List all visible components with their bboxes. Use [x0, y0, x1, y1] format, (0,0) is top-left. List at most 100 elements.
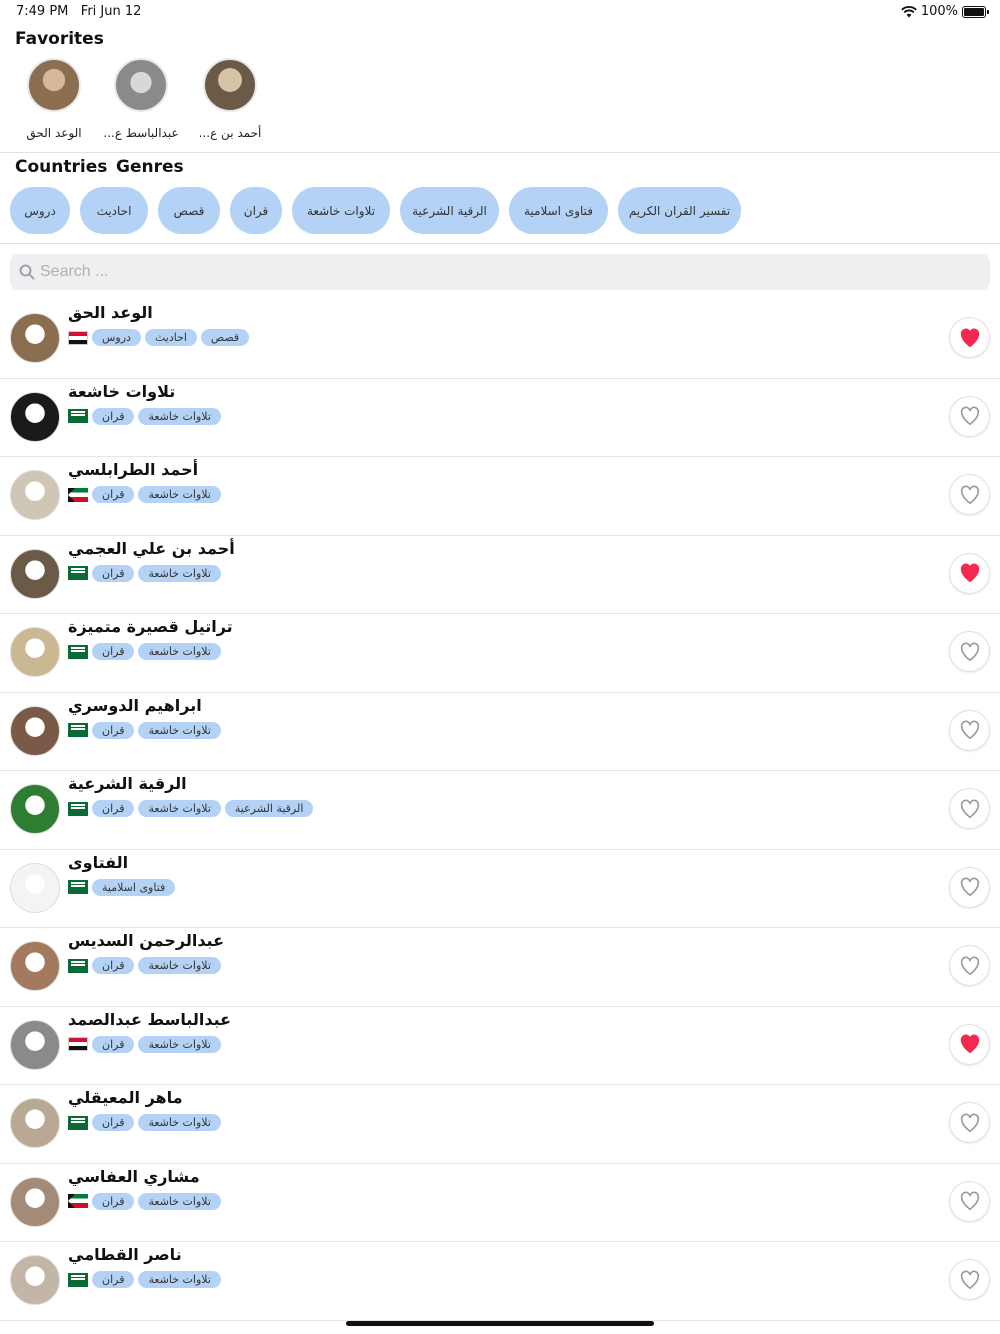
- reciter-name: ابراهيم الدوسري: [68, 695, 202, 715]
- favorite-item[interactable]: أحمد بن ع...: [185, 58, 275, 140]
- list-item[interactable]: أحمد الطرابلسي قران تلاوات خاشعة: [0, 457, 1000, 536]
- tag-row: قران تلاوات خاشعة: [68, 643, 221, 660]
- avatar: [10, 1019, 60, 1070]
- country-flag-icon: [68, 1194, 88, 1208]
- home-indicator: [346, 1321, 654, 1326]
- list-item[interactable]: الفتاوى فتاوى اسلامية: [0, 850, 1000, 928]
- genre-tag: قران: [92, 1192, 135, 1210]
- favorite-name: عبدالباسط ع...: [103, 126, 179, 140]
- status-date: Fri Jun 12: [80, 4, 142, 19]
- list-item[interactable]: أحمد بن علي العجمي قران تلاوات خاشعة: [0, 536, 1000, 614]
- genre-chip[interactable]: قران: [230, 187, 282, 234]
- heart-icon: [960, 406, 979, 426]
- favorite-button[interactable]: [949, 945, 990, 986]
- genre-tag: تلاوات خاشعة: [138, 486, 221, 503]
- tag-row: قران تلاوات خاشعة: [68, 407, 221, 425]
- favorite-button[interactable]: [949, 1180, 990, 1222]
- genre-tag: قران: [92, 1271, 135, 1288]
- search-input[interactable]: [40, 258, 940, 286]
- country-flag-icon: [68, 1272, 88, 1287]
- genre-chip[interactable]: دروس: [10, 187, 70, 234]
- tab-countries[interactable]: Countries: [15, 157, 107, 177]
- country-flag-icon: [68, 644, 88, 659]
- genre-tag: قصص: [200, 329, 250, 346]
- favorite-button[interactable]: [949, 631, 990, 672]
- genre-tag: قران: [92, 486, 135, 503]
- list-item[interactable]: مشاري العفاسي قران تلاوات خاشعة: [0, 1164, 1000, 1242]
- genre-tag: تلاوات خاشعة: [138, 957, 221, 974]
- battery-percent: 100%: [920, 4, 958, 19]
- genre-tag: قران: [92, 957, 135, 974]
- favorite-button[interactable]: [949, 474, 990, 515]
- status-bar: 7:49 PM Fri Jun 12 100%: [0, 0, 1000, 24]
- genre-chip[interactable]: تلاوات خاشعة: [292, 187, 390, 234]
- genre-chip[interactable]: قصص: [158, 187, 220, 234]
- heart-icon: [960, 956, 979, 975]
- genre-tag: تلاوات خاشعة: [138, 1035, 221, 1053]
- heart-icon: [960, 1113, 979, 1132]
- country-flag-icon: [68, 801, 88, 816]
- genre-chip[interactable]: احاديث: [80, 187, 148, 234]
- country-flag-icon: [68, 880, 88, 894]
- list-item[interactable]: تراتيل قصيرة متميزة قران تلاوات خاشعة: [0, 614, 1000, 693]
- list-item[interactable]: الوعد الحق دروس احاديث قصص: [0, 300, 1000, 379]
- genre-tag: قران: [92, 1114, 135, 1131]
- heart-icon: [960, 720, 979, 740]
- reciter-name: الرقية الشرعية: [68, 774, 187, 793]
- favorite-name: أحمد بن ع...: [198, 126, 262, 140]
- divider: [0, 243, 1000, 244]
- genre-tag: قران: [92, 721, 135, 739]
- reciter-name: الوعد الحق: [68, 303, 153, 322]
- list-item[interactable]: ناصر القطامي قران تلاوات خاشعة: [0, 1242, 1000, 1321]
- tag-row: قران تلاوات خاشعة الرقية الشرعية: [68, 800, 314, 817]
- status-time-date: 7:49 PM Fri Jun 12: [16, 4, 141, 19]
- heart-icon: [960, 1034, 979, 1054]
- tab-genres[interactable]: Genres: [116, 157, 184, 177]
- favorite-button[interactable]: [949, 317, 990, 358]
- reciter-name: ناصر القطامي: [68, 1245, 182, 1264]
- favorite-item[interactable]: عبدالباسط ع...: [96, 58, 186, 140]
- favorite-button[interactable]: [949, 709, 990, 751]
- avatar: [27, 58, 81, 112]
- favorite-item[interactable]: الوعد الحق: [9, 58, 99, 140]
- favorite-button[interactable]: [949, 395, 990, 437]
- status-indicators: 100%: [900, 4, 989, 19]
- tag-row: قران تلاوات خاشعة: [68, 1192, 221, 1210]
- list-item[interactable]: تلاوات خاشعة قران تلاوات خاشعة: [0, 379, 1000, 457]
- avatar: [10, 548, 60, 599]
- tag-row: قران تلاوات خاشعة: [68, 486, 221, 503]
- genre-tag: تلاوات خاشعة: [138, 564, 221, 582]
- list-item[interactable]: ماهر المعيقلي قران تلاوات خاشعة: [0, 1085, 1000, 1164]
- genre-tag: قران: [92, 407, 135, 425]
- favorite-button[interactable]: [949, 1102, 990, 1143]
- avatar: [10, 313, 60, 363]
- search-bar[interactable]: [10, 254, 990, 290]
- list-item[interactable]: الرقية الشرعية قران تلاوات خاشعة الرقية الش…: [0, 771, 1000, 850]
- genre-tag: تلاوات خاشعة: [138, 1114, 221, 1131]
- genre-chip[interactable]: تفسير القران الكريم: [618, 187, 741, 234]
- genre-tag: الرقية الشرعية: [224, 800, 314, 817]
- genre-tag: تلاوات خاشعة: [138, 643, 221, 660]
- country-flag-icon: [68, 487, 88, 502]
- favorite-button[interactable]: [949, 552, 990, 594]
- genre-chip[interactable]: فتاوى اسلامية: [509, 187, 608, 234]
- list-item[interactable]: عبدالرحمن السديس قران تلاوات خاشعة: [0, 928, 1000, 1007]
- avatar: [10, 1098, 60, 1148]
- tag-row: فتاوى اسلامية: [68, 878, 176, 896]
- avatar: [114, 58, 168, 112]
- tag-row: دروس احاديث قصص: [68, 329, 250, 346]
- genre-chip[interactable]: الرقية الشرعية: [400, 187, 499, 234]
- heart-icon: [960, 328, 979, 347]
- reciter-name: ماهر المعيقلي: [68, 1088, 183, 1107]
- list-item[interactable]: ابراهيم الدوسري قران تلاوات خاشعة: [0, 693, 1000, 771]
- favorite-button[interactable]: [949, 1023, 990, 1065]
- country-flag-icon: [68, 1037, 88, 1051]
- reciter-name: عبدالباسط عبدالصمد: [68, 1009, 232, 1029]
- heart-icon: [960, 563, 979, 583]
- favorite-button[interactable]: [949, 1259, 990, 1300]
- genre-tag: فتاوى اسلامية: [92, 878, 176, 896]
- list-item[interactable]: عبدالباسط عبدالصمد قران تلاوات خاشعة: [0, 1007, 1000, 1085]
- wifi-icon: [900, 5, 917, 17]
- favorite-button[interactable]: [949, 866, 990, 908]
- favorite-button[interactable]: [949, 788, 990, 829]
